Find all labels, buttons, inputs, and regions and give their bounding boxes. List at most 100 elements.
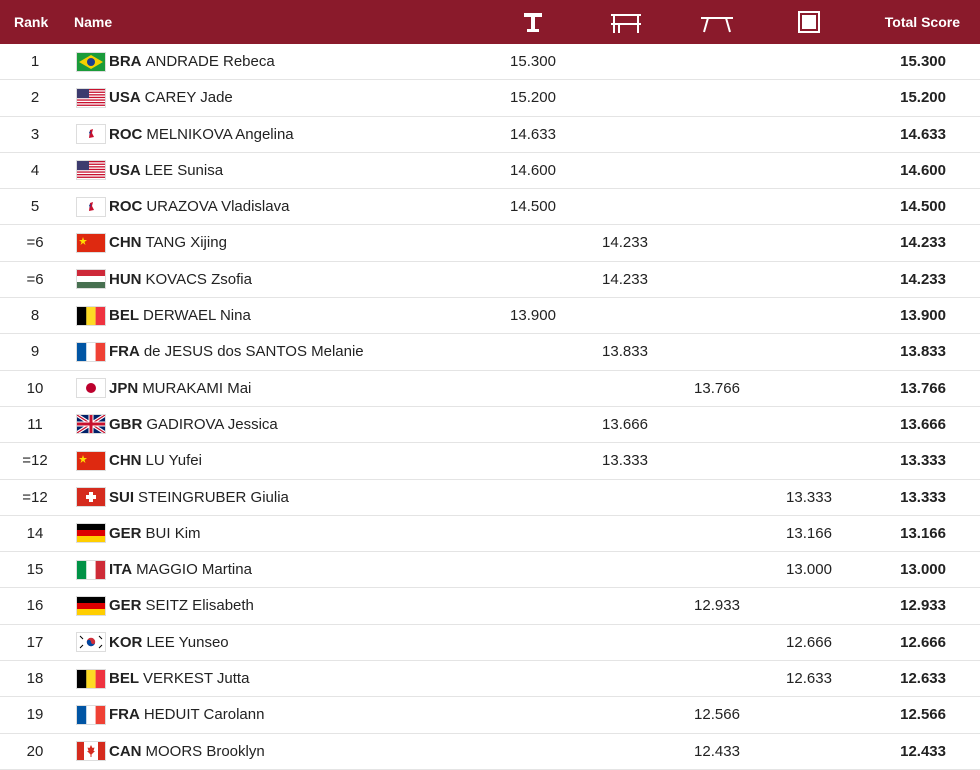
athlete-name: de JESUS dos SANTOS Melanie [143,343,364,361]
total-score: 13.166 [900,524,946,542]
table-row[interactable]: 5 ROC URAZOVA Vladislava 14.500 14.500 [0,189,980,226]
table-row[interactable]: 20 CAN MOORS Brooklyn 12.433 12.433 [0,734,980,770]
table-row[interactable]: 9 FRA de JESUS dos SANTOS Melanie 13.833 13.… [0,334,980,371]
noc-code: SUI [109,488,135,506]
noc-code: GER [109,597,142,615]
athlete-name: LU Yufei [145,452,202,470]
uneven-bars-icon[interactable] [606,0,646,44]
athlete-name-link[interactable]: GER BUI Kim [109,516,201,551]
beam-score [677,298,757,333]
athlete-name-link[interactable]: GBR GADIROVA Jessica [109,407,278,442]
athlete-name: HEDUIT Carolann [143,706,265,724]
total-score: 14.600 [900,161,946,179]
noc-code: USA [109,161,141,179]
athlete-name: MOORS Brooklyn [145,742,265,760]
vault-score [493,552,573,587]
athlete-name-link[interactable]: KOR LEE Yunseo [109,625,229,660]
table-row[interactable]: 4 USA LEE Sunisa 14.600 14.600 [0,153,980,190]
table-row[interactable]: 1 BRA ANDRADE Rebeca 15.300 15.300 [0,44,980,81]
table-row[interactable]: =6 CHN TANG Xijing 14.233 14.233 [0,225,980,262]
bars-score: 14.233 [602,234,648,252]
table-row[interactable]: 14 GER BUI Kim 13.166 13.166 [0,516,980,553]
table-row[interactable]: 16 GER SEITZ Elisabeth 12.933 12.933 [0,588,980,625]
table-row[interactable]: 19 FRA HEDUIT Carolann 12.566 12.566 [0,697,980,734]
table-row[interactable]: =6 HUN KOVACS Zsofia 14.233 14.233 [0,262,980,299]
noc-code: GBR [109,415,143,433]
beam-score [677,516,757,551]
rank-cell: 4 [30,161,40,179]
athlete-name: CAREY Jade [144,89,233,107]
athlete-name-link[interactable]: USA CAREY Jade [109,80,233,115]
athlete-name: BUI Kim [145,524,201,542]
beam-score [677,80,757,115]
athlete-name-link[interactable]: CAN MOORS Brooklyn [109,734,265,769]
total-score-column-header[interactable]: Total Score [885,0,960,44]
table-row[interactable]: 17 KOR LEE Yunseo 12.666 12.666 [0,625,980,662]
athlete-name-link[interactable]: USA LEE Sunisa [109,153,223,188]
total-score: 13.666 [900,415,946,433]
total-score: 13.766 [900,379,946,397]
athlete-name-link[interactable]: JPN MURAKAMI Mai [109,371,251,406]
noc-code: GER [109,524,142,542]
total-score: 14.233 [900,270,946,288]
table-row[interactable]: 15 ITA MAGGIO Martina 13.000 13.000 [0,552,980,589]
vault-score [493,225,573,260]
athlete-name-link[interactable]: BRA ANDRADE Rebeca [109,44,275,79]
vault-score: 15.300 [510,53,556,70]
athlete-name-link[interactable]: BEL VERKEST Jutta [109,661,249,696]
beam-score [677,334,757,369]
table-row[interactable]: 8 BEL DERWAEL Nina 13.900 13.900 [0,298,980,335]
bars-score [585,661,665,696]
table-row[interactable]: =12 SUI STEINGRUBER Giulia 13.333 13.333 [0,480,980,516]
table-row[interactable]: 10 JPN MURAKAMI Mai 13.766 13.766 [0,371,980,407]
floor-score [769,262,849,297]
beam-score [677,189,757,224]
flag-icon [77,153,105,188]
athlete-name: GADIROVA Jessica [146,415,278,433]
floor-score [769,371,849,406]
floor-score: 13.333 [786,488,832,506]
noc-code: USA [109,89,141,107]
athlete-name-link[interactable]: GER SEITZ Elisabeth [109,588,254,623]
table-row[interactable]: 11 GBR GADIROVA Jessica 13.666 13.666 [0,407,980,444]
vault-icon[interactable] [513,0,553,44]
athlete-name-link[interactable]: CHN TANG Xijing [109,225,227,260]
beam-score [677,117,757,152]
athlete-name-link[interactable]: ITA MAGGIO Martina [109,552,252,587]
beam-score [677,552,757,587]
vault-score: 13.900 [510,307,556,325]
athlete-name: SEITZ Elisabeth [145,597,254,615]
beam-score: 12.933 [694,597,740,615]
rank-column-header[interactable]: Rank [14,0,48,44]
table-row[interactable]: 2 USA CAREY Jade 15.200 15.200 [0,80,980,117]
table-row[interactable]: 18 BEL VERKEST Jutta 12.633 12.633 [0,661,980,698]
floor-score [769,80,849,115]
noc-code: BEL [109,670,139,688]
athlete-name-link[interactable]: CHN LU Yufei [109,443,202,478]
name-column-header[interactable]: Name [74,0,112,44]
athlete-name-link[interactable]: FRA de JESUS dos SANTOS Melanie [109,334,364,369]
balance-beam-icon[interactable] [697,0,737,44]
noc-code: ROC [109,198,143,216]
athlete-name-link[interactable]: BEL DERWAEL Nina [109,298,251,333]
floor-exercise-icon[interactable] [789,0,829,44]
beam-score [677,407,757,442]
flag-icon [77,44,105,79]
vault-score [493,480,573,515]
table-row[interactable]: 3 ROC MELNIKOVA Angelina 14.633 14.633 [0,117,980,153]
beam-score [677,443,757,478]
table-row[interactable]: =12 CHN LU Yufei 13.333 13.333 [0,443,980,480]
vault-score [493,697,573,732]
flag-icon [77,298,105,333]
athlete-name-link[interactable]: ROC MELNIKOVA Angelina [109,117,294,152]
rank-cell: 2 [30,89,40,107]
athlete-name-link[interactable]: HUN KOVACS Zsofia [109,262,252,297]
rank-cell: =6 [26,234,44,252]
athlete-name-link[interactable]: FRA HEDUIT Carolann [109,697,264,732]
floor-score [769,225,849,260]
total-score: 13.333 [900,488,946,506]
athlete-name-link[interactable]: ROC URAZOVA Vladislava [109,189,289,224]
noc-code: BEL [109,307,139,325]
athlete-name-link[interactable]: SUI STEINGRUBER Giulia [109,480,289,515]
flag-icon [77,262,105,297]
